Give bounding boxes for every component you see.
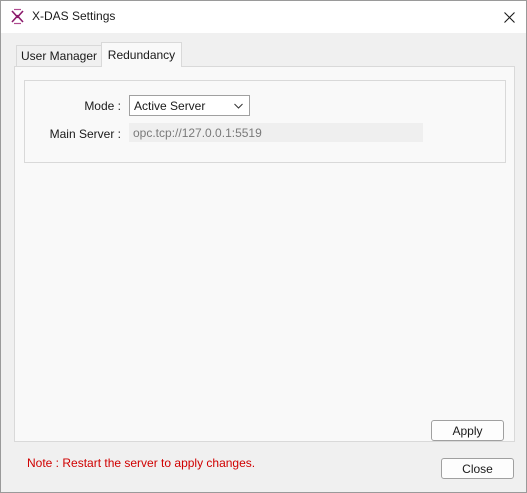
restart-note: Note : Restart the server to apply chang…	[27, 456, 256, 470]
redundancy-panel: Mode : Active Server Main Server : opc.t…	[14, 66, 515, 470]
close-button[interactable]: Close	[441, 458, 514, 479]
settings-window: X-DAS Settings User Manager Redundancy M…	[0, 0, 527, 493]
close-icon	[503, 11, 515, 23]
mode-dropdown[interactable]: Active Server	[129, 95, 250, 116]
title-bar: X-DAS Settings	[1, 1, 526, 33]
main-server-label: Main Server :	[49, 127, 121, 141]
window-title: X-DAS Settings	[32, 9, 116, 23]
app-icon	[11, 8, 24, 25]
redundancy-group: Mode : Active Server Main Server : opc.t…	[24, 80, 506, 163]
tab-label: User Manager	[20, 49, 98, 63]
close-window-button[interactable]	[492, 1, 526, 33]
chevron-down-icon	[234, 103, 243, 109]
main-server-value: opc.tcp://127.0.0.1:5519	[133, 126, 262, 140]
apply-button[interactable]: Apply	[431, 420, 504, 441]
tab-redundancy[interactable]: Redundancy	[101, 42, 182, 67]
main-server-field[interactable]: opc.tcp://127.0.0.1:5519	[129, 123, 423, 142]
dialog-client-area: User Manager Redundancy Mode : Active Se…	[1, 33, 526, 492]
tab-label: Redundancy	[107, 48, 176, 62]
mode-value: Active Server	[134, 99, 206, 113]
tab-user-manager[interactable]: User Manager	[16, 45, 102, 66]
mode-label: Mode :	[84, 99, 121, 113]
